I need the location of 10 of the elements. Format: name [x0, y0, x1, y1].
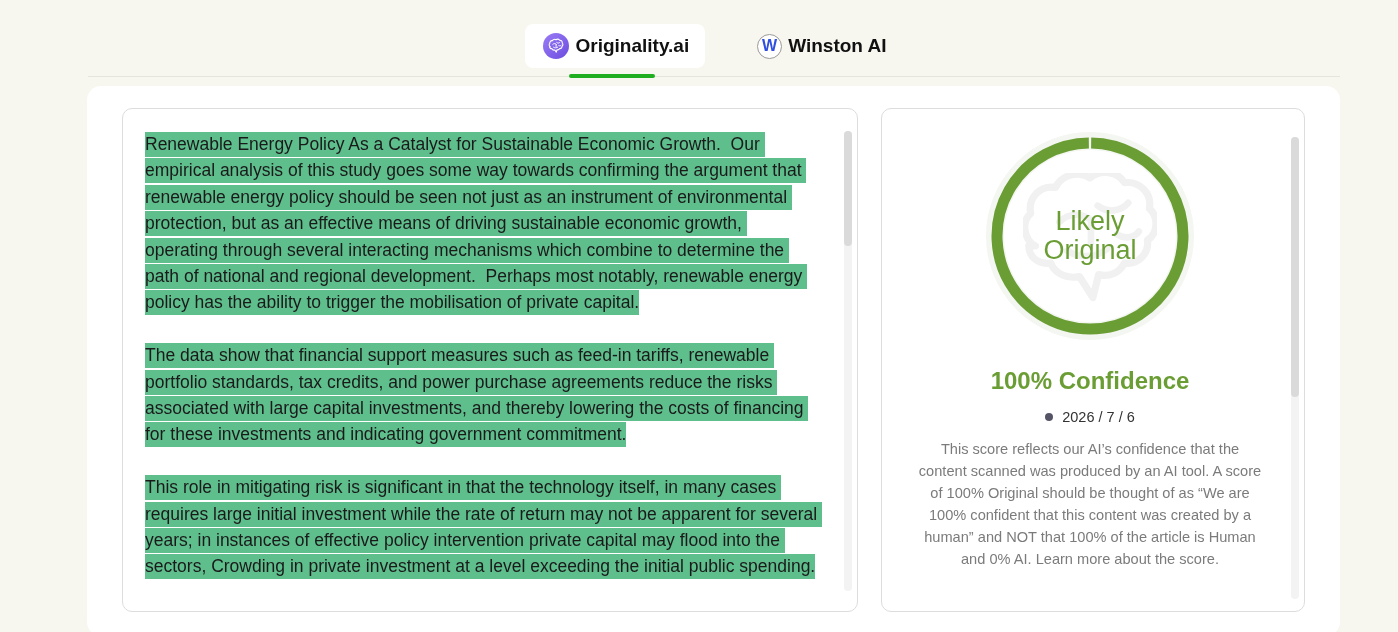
- scrollbar-thumb[interactable]: [1291, 137, 1299, 397]
- score-description: This score reflects our AI’s confidence that the content scanned was produced by an AI tool. A score of 100% Original should be thought of as “We are 100% confident that this content was created by a human” and NOT that 100% of the article is Human and 0% AI. Learn more about the score.: [917, 440, 1263, 569]
- tab[interactable]: W Winston AI: [739, 24, 903, 68]
- scrollbar-thumb[interactable]: [844, 131, 852, 246]
- brain-logo-icon: [543, 33, 570, 59]
- scan-date: 2026 / 7 / 6: [1062, 408, 1135, 427]
- bullet-dot-icon: [1045, 413, 1054, 421]
- verdict-label: Likely Original: [1042, 207, 1138, 265]
- letter-logo: W: [757, 33, 783, 59]
- confidence-heading: 100% Confidence: [990, 366, 1190, 396]
